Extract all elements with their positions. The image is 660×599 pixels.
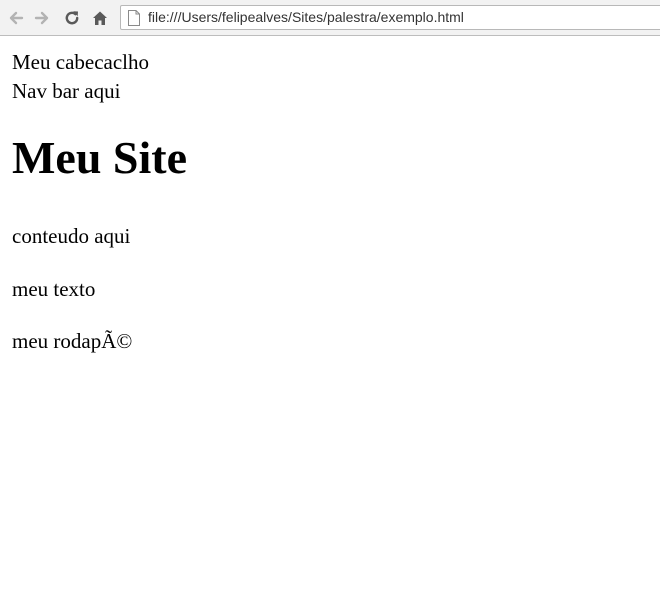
address-bar[interactable]: file:///Users/felipealves/Sites/palestra… bbox=[120, 5, 660, 30]
reload-icon[interactable] bbox=[61, 7, 83, 29]
body-text: meu texto bbox=[12, 277, 96, 301]
home-icon[interactable] bbox=[89, 7, 111, 29]
page-title: Meu Site bbox=[12, 132, 188, 183]
footer-text: meu rodapÃ© bbox=[12, 329, 133, 353]
header-text: Meu cabecaclho bbox=[12, 50, 150, 74]
url-text[interactable]: file:///Users/felipealves/Sites/palestra… bbox=[148, 9, 464, 25]
nav-text: Nav bar aqui bbox=[12, 79, 121, 103]
forward-arrow-icon[interactable] bbox=[31, 7, 53, 29]
page-content: Meu cabecaclho Nav bar aqui Meu Site con… bbox=[0, 36, 660, 599]
page-icon bbox=[127, 10, 141, 26]
content-text: conteudo aqui bbox=[12, 224, 131, 248]
back-arrow-icon[interactable] bbox=[5, 7, 27, 29]
browser-toolbar: file:///Users/felipealves/Sites/palestra… bbox=[0, 0, 660, 36]
